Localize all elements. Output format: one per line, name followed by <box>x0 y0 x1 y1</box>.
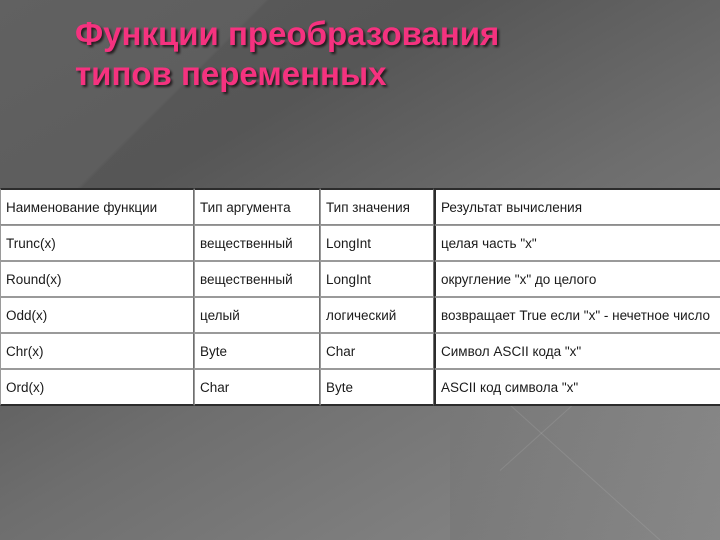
cell-value-type: Byte <box>320 369 434 406</box>
cell-value-type: Char <box>320 333 434 369</box>
table-row: Chr(x) Byte Char Символ ASCII кода "х" <box>0 333 720 369</box>
column-header-function-name: Наименование функции <box>0 188 194 225</box>
background-diagonal-line-2 <box>504 400 720 540</box>
cell-argument-type: вещественный <box>194 261 320 297</box>
cell-function-name: Round(x) <box>0 261 194 297</box>
cell-argument-type: вещественный <box>194 225 320 261</box>
table-header-row: Наименование функции Тип аргумента Тип з… <box>0 188 720 225</box>
cell-result: Символ ASCII кода "х" <box>434 333 720 369</box>
functions-table: Наименование функции Тип аргумента Тип з… <box>0 188 720 406</box>
cell-argument-type: Char <box>194 369 320 406</box>
slide-title-line-1: Функции преобразования <box>75 15 500 52</box>
column-header-value-type: Тип значения <box>320 188 434 225</box>
table-row: Round(x) вещественный LongInt округление… <box>0 261 720 297</box>
column-header-argument-type: Тип аргумента <box>194 188 320 225</box>
column-header-result: Результат вычисления <box>434 188 720 225</box>
cell-result: округление "х" до целого <box>434 261 720 297</box>
functions-table-body: Наименование функции Тип аргумента Тип з… <box>0 188 720 406</box>
table-row: Ord(x) Char Byte ASCII код символа "х" <box>0 369 720 406</box>
slide-title: Функции преобразования типов переменных <box>75 14 675 95</box>
slide-canvas: Функции преобразования типов переменных … <box>0 0 720 540</box>
cell-result: возвращает True если "х" - нечетное числ… <box>434 297 720 333</box>
cell-function-name: Trunc(x) <box>0 225 194 261</box>
cell-value-type: LongInt <box>320 225 434 261</box>
functions-table-container: Наименование функции Тип аргумента Тип з… <box>0 188 720 406</box>
cell-argument-type: Byte <box>194 333 320 369</box>
cell-value-type: LongInt <box>320 261 434 297</box>
table-row: Trunc(x) вещественный LongInt целая част… <box>0 225 720 261</box>
table-row: Odd(x) целый логический возвращает True … <box>0 297 720 333</box>
slide-title-line-2: типов переменных <box>75 55 387 93</box>
cell-argument-type: целый <box>194 297 320 333</box>
background-corner-shade <box>450 395 720 540</box>
cell-function-name: Chr(x) <box>0 333 194 369</box>
cell-result: ASCII код символа "х" <box>434 369 720 406</box>
cell-function-name: Ord(x) <box>0 369 194 406</box>
cell-function-name: Odd(x) <box>0 297 194 333</box>
cell-result: целая часть "х" <box>434 225 720 261</box>
cell-value-type: логический <box>320 297 434 333</box>
